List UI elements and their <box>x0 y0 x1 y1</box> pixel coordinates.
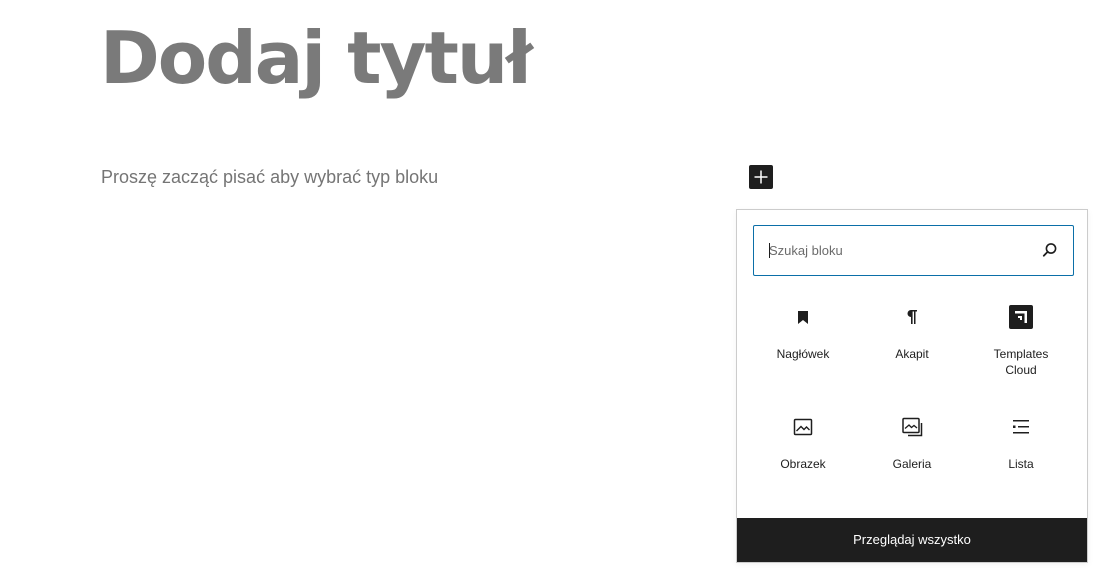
bookmark-icon <box>791 305 815 329</box>
block-label: Galeria <box>892 457 932 471</box>
post-title[interactable]: Dodaj tytuł <box>100 10 533 106</box>
block-label: Lista <box>1008 457 1034 471</box>
editor-canvas: Dodaj tytuł Proszę zacząć pisać aby wybr… <box>0 0 1096 576</box>
block-image[interactable]: Obrazek <box>749 410 857 510</box>
add-block-button[interactable] <box>749 165 773 189</box>
search-icon <box>1041 241 1059 259</box>
browse-all-button[interactable]: Przeglądaj wszystko <box>737 518 1087 562</box>
image-icon <box>791 415 815 439</box>
block-label: Templates Cloud <box>993 347 1049 377</box>
search-input[interactable] <box>754 226 1034 274</box>
block-gallery[interactable]: Galeria <box>858 410 966 510</box>
block-label: Nagłówek <box>776 347 830 361</box>
paragraph-icon <box>900 305 924 329</box>
block-templates-cloud[interactable]: Templates Cloud <box>967 300 1075 400</box>
block-label: Akapit <box>895 347 929 361</box>
search-field <box>753 225 1074 276</box>
gallery-icon <box>900 415 924 439</box>
block-placeholder[interactable]: Proszę zacząć pisać aby wybrać typ bloku <box>101 166 438 188</box>
templates-cloud-icon <box>1009 305 1033 329</box>
block-inserter-popover: Nagłówek Akapit Templa <box>736 209 1088 563</box>
text-caret <box>769 243 770 258</box>
plus-icon <box>754 170 768 184</box>
block-label: Obrazek <box>780 457 826 471</box>
list-icon <box>1009 415 1033 439</box>
block-list[interactable]: Lista <box>967 410 1075 510</box>
block-heading[interactable]: Nagłówek <box>749 300 857 400</box>
block-paragraph[interactable]: Akapit <box>858 300 966 400</box>
